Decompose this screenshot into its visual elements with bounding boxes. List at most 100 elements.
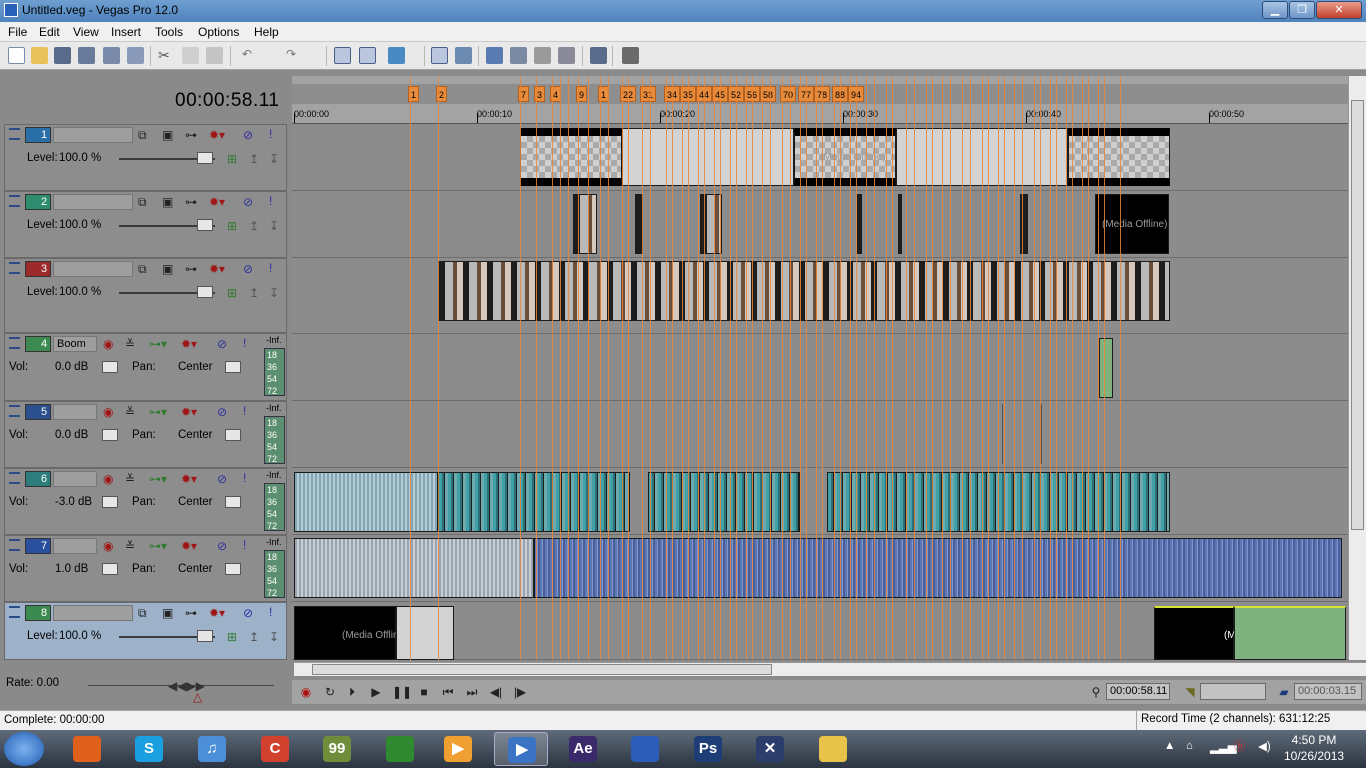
track-fx-icon[interactable]: ≚ bbox=[125, 338, 135, 350]
track-lanes[interactable]: (Media Offline) (Media Offline) (Media O… bbox=[292, 124, 1348, 660]
volume-icon[interactable]: ◀) bbox=[1258, 739, 1271, 753]
mute-icon[interactable]: ⊘ bbox=[217, 473, 227, 485]
track-grip-icon[interactable] bbox=[9, 472, 20, 484]
time-ruler[interactable]: 12734912231343544455256587077788894 00:0… bbox=[292, 76, 1348, 124]
parent-track-icon[interactable]: ↥ bbox=[249, 220, 259, 232]
automation-icon[interactable]: ⊶▾ bbox=[149, 473, 167, 485]
compositing-mode-icon[interactable]: ⧉ bbox=[138, 607, 147, 619]
cut-icon[interactable]: ✂ bbox=[158, 47, 175, 64]
track-fx-icon[interactable]: ⊶ bbox=[185, 196, 197, 208]
volume-slider-knob[interactable] bbox=[102, 496, 118, 508]
selection-length-field[interactable]: 00:00:03.15 bbox=[1294, 683, 1362, 700]
track-motion-icon[interactable]: ▣ bbox=[162, 196, 173, 208]
loop-playback-icon[interactable]: ↻ bbox=[322, 684, 338, 700]
audio-clip[interactable] bbox=[294, 538, 534, 598]
video-clip[interactable] bbox=[1234, 606, 1346, 660]
taskbar-explorer[interactable] bbox=[806, 732, 860, 766]
video-clip[interactable] bbox=[1154, 606, 1234, 660]
arm-record-icon[interactable]: ◉ bbox=[103, 338, 113, 350]
track-name-field[interactable] bbox=[53, 261, 133, 277]
track-name-field[interactable] bbox=[53, 127, 133, 143]
solo-icon[interactable]: ! bbox=[269, 262, 272, 274]
track-name-field[interactable] bbox=[53, 538, 97, 554]
menu-options[interactable]: Options bbox=[198, 25, 239, 39]
track-name-field[interactable] bbox=[53, 404, 97, 420]
cursor-time-field[interactable]: 00:00:58.11 bbox=[1106, 683, 1170, 700]
taskbar-skype[interactable]: S bbox=[122, 732, 176, 766]
compositing-mode-icon[interactable]: ⧉ bbox=[138, 129, 147, 141]
taskbar-media-player[interactable]: ▶ bbox=[431, 732, 485, 766]
child-track-icon[interactable]: ↧ bbox=[269, 153, 279, 165]
time-display[interactable]: 00:00:58.11 bbox=[175, 90, 279, 112]
track-fx-chain-icon[interactable]: ⊞ bbox=[227, 631, 237, 643]
save-icon[interactable] bbox=[54, 47, 71, 64]
taskbar-photoshop[interactable]: Ps bbox=[681, 732, 735, 766]
solo-icon[interactable]: ! bbox=[269, 606, 272, 618]
track-name-field[interactable]: Boom bbox=[53, 336, 97, 352]
track-header-6[interactable]: 6 ◉ ≚ ⊶▾ ✹▾ ⊘! -Inf. 18 36 54 72 Vol: -3.0 dB Pan: Cen… bbox=[4, 468, 287, 535]
volume-slider-knob[interactable] bbox=[102, 361, 118, 373]
mute-icon[interactable]: ⊘ bbox=[217, 540, 227, 552]
selection-end-field[interactable] bbox=[1200, 683, 1266, 700]
track-header-2[interactable]: 2 ⧉ ▣ ⊶ ✹▾ ⊘! Level: 100.0 % ⊞ ↥ ↧ bbox=[4, 191, 287, 258]
open-icon[interactable] bbox=[31, 47, 48, 64]
stop-icon[interactable]: ■ bbox=[416, 684, 432, 700]
solo-icon[interactable]: ! bbox=[269, 128, 272, 140]
new-icon[interactable] bbox=[8, 47, 25, 64]
track-header-1[interactable]: 1 ⧉ ▣ ⊶ ✹▾ ⊘! Level: 100.0 % ⊞ ↥ ↧ bbox=[4, 124, 287, 191]
volume-slider-knob[interactable] bbox=[102, 429, 118, 441]
lane-track-2[interactable] bbox=[292, 191, 1348, 258]
video-clip[interactable] bbox=[622, 128, 794, 186]
audio-clip[interactable] bbox=[438, 472, 630, 532]
paint-tool-icon[interactable] bbox=[590, 47, 607, 64]
arm-record-icon[interactable]: ◉ bbox=[103, 473, 113, 485]
track-settings-icon[interactable]: ✹▾ bbox=[181, 338, 197, 350]
track-fx-icon[interactable]: ⊶ bbox=[185, 607, 197, 619]
pan-slider-knob[interactable] bbox=[225, 496, 241, 508]
solo-icon[interactable]: ! bbox=[269, 195, 272, 207]
track-fx-chain-icon[interactable]: ⊞ bbox=[227, 287, 237, 299]
track-name-field[interactable] bbox=[53, 605, 133, 621]
menu-tools[interactable]: Tools bbox=[155, 25, 183, 39]
timeline[interactable]: 12734912231343544455256587077788894 00:0… bbox=[292, 76, 1348, 660]
track-motion-icon[interactable]: ▣ bbox=[162, 263, 173, 275]
audio-clip[interactable] bbox=[534, 538, 1342, 598]
play-from-start-icon[interactable]: ⏵ bbox=[344, 684, 360, 700]
pan-slider-knob[interactable] bbox=[225, 563, 241, 575]
tray-arrow-icon[interactable]: ▲ bbox=[1164, 740, 1175, 752]
track-fx-icon[interactable]: ⊶ bbox=[185, 263, 197, 275]
track-settings-icon[interactable]: ✹▾ bbox=[209, 196, 225, 208]
normal-edit-tool-icon[interactable] bbox=[334, 47, 351, 64]
automation-icon[interactable]: ⊶▾ bbox=[149, 406, 167, 418]
parent-track-icon[interactable]: ↥ bbox=[249, 631, 259, 643]
network-icon[interactable]: ▂▃▅ bbox=[1210, 740, 1237, 754]
pause-icon[interactable]: ❚❚ bbox=[392, 684, 412, 700]
audio-clip[interactable] bbox=[648, 472, 800, 532]
vertical-scroll-thumb[interactable] bbox=[1351, 100, 1364, 530]
save-as-icon[interactable] bbox=[78, 47, 95, 64]
taskbar-after-effects[interactable]: Ae bbox=[556, 732, 610, 766]
lane-track-4[interactable] bbox=[292, 334, 1348, 401]
whats-this-icon[interactable] bbox=[622, 47, 639, 64]
track-settings-icon[interactable]: ✹▾ bbox=[209, 129, 225, 141]
track-fx-icon[interactable]: ≚ bbox=[125, 406, 135, 418]
track-grip-icon[interactable] bbox=[9, 405, 20, 417]
mute-icon[interactable]: ⊘ bbox=[217, 338, 227, 350]
track-settings-icon[interactable]: ✹▾ bbox=[181, 473, 197, 485]
horizontal-scroll-thumb[interactable] bbox=[312, 664, 772, 675]
track-grip-icon[interactable] bbox=[9, 195, 20, 207]
parent-track-icon[interactable]: ↥ bbox=[249, 153, 259, 165]
minimize-button[interactable]: ▁ bbox=[1262, 1, 1288, 19]
compositing-mode-icon[interactable]: ⧉ bbox=[138, 263, 147, 275]
mute-icon[interactable]: ⊘ bbox=[243, 196, 253, 208]
taskbar-vegas[interactable]: ▶ bbox=[494, 732, 548, 766]
compositing-mode-icon[interactable]: ⧉ bbox=[138, 196, 147, 208]
volume-slider-knob[interactable] bbox=[102, 563, 118, 575]
arm-record-icon[interactable]: ◉ bbox=[103, 540, 113, 552]
track-header-7[interactable]: 7 ◉ ≚ ⊶▾ ✹▾ ⊘! -Inf. 18 36 54 72 Vol: 1.0 dB Pan: Cent… bbox=[4, 535, 287, 602]
solo-icon[interactable]: ! bbox=[243, 337, 246, 349]
taskbar-firefox[interactable] bbox=[60, 732, 114, 766]
video-clip[interactable] bbox=[1068, 128, 1170, 186]
go-to-end-icon[interactable]: ⏭ bbox=[464, 684, 480, 700]
level-slider-knob[interactable] bbox=[197, 286, 213, 298]
